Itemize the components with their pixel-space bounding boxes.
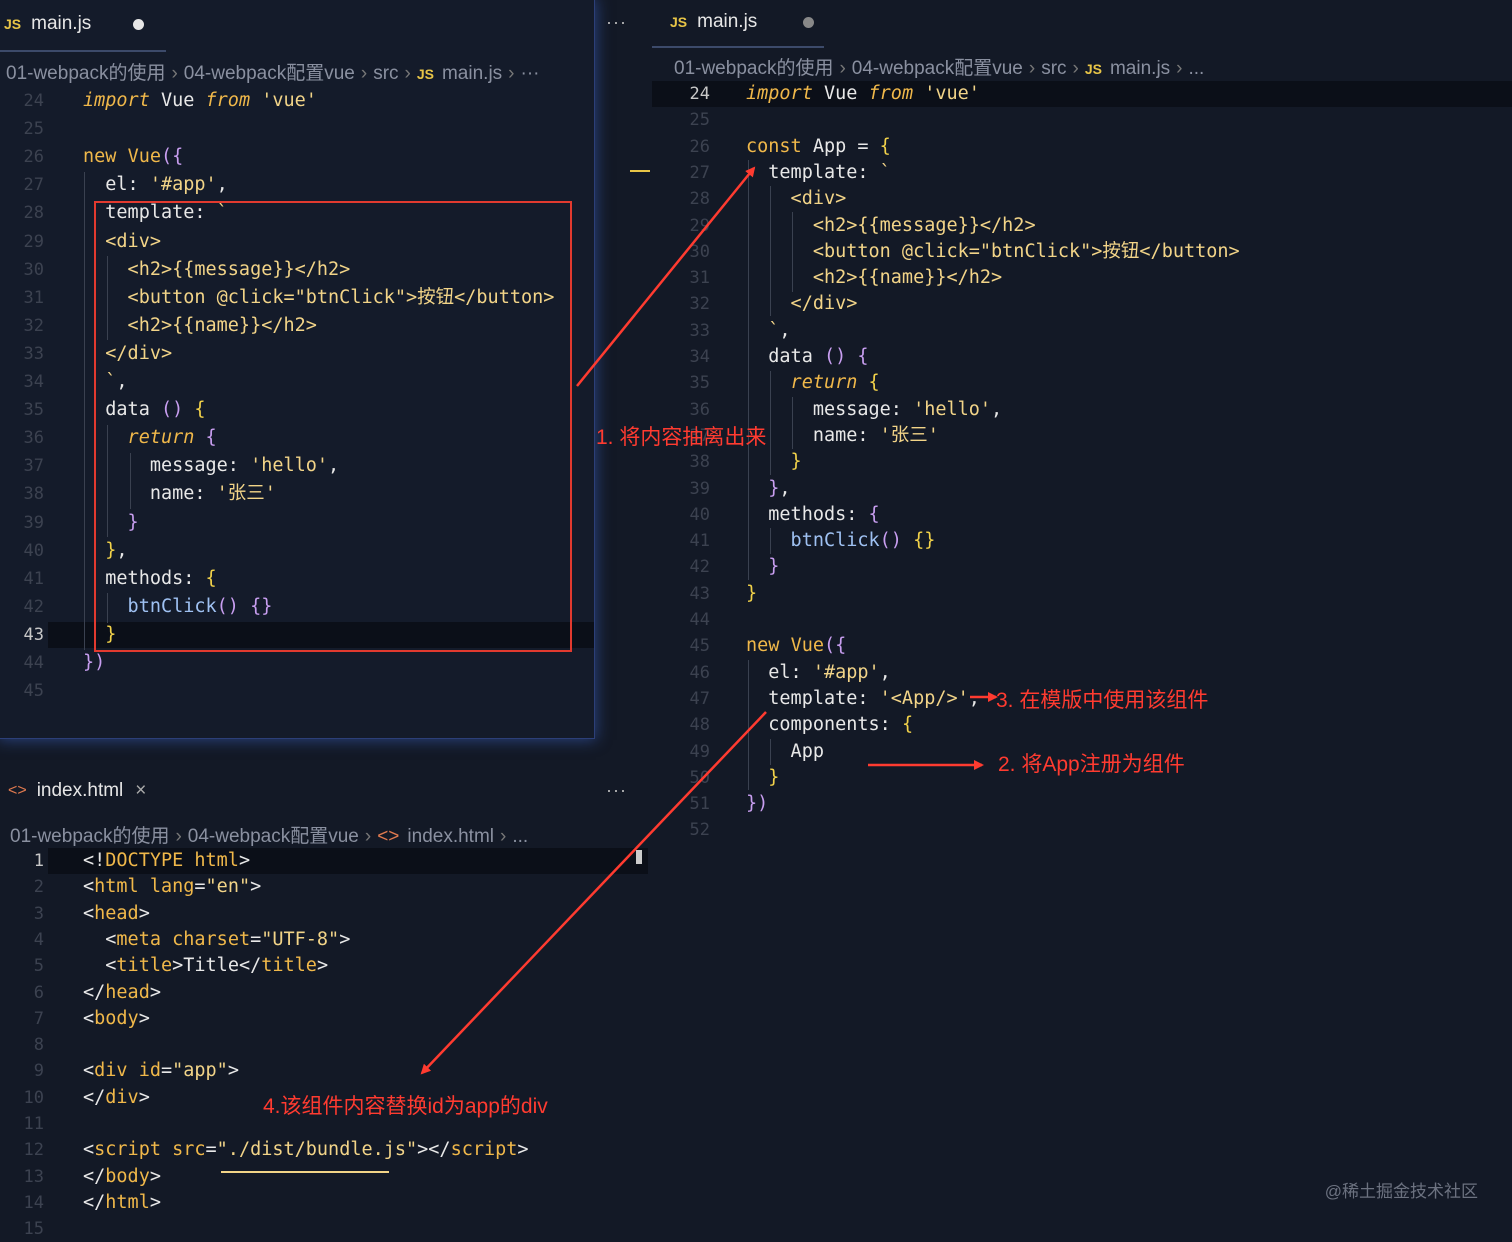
- watermark: @稀土掘金技术社区: [1324, 1182, 1478, 1201]
- annotation-step1: 1. 将内容抽离出来: [596, 426, 767, 449]
- annotation-step2: 2. 将App注册为组件: [998, 753, 1185, 776]
- annotation-step4: 4.该组件内容替换id为app的div: [263, 1095, 548, 1118]
- annotation-arrows: [420, 166, 998, 1075]
- annotation-step3: 3. 在模版中使用该组件: [996, 689, 1209, 712]
- arrow-replace: [420, 711, 767, 1075]
- arrow-extract: [576, 166, 756, 387]
